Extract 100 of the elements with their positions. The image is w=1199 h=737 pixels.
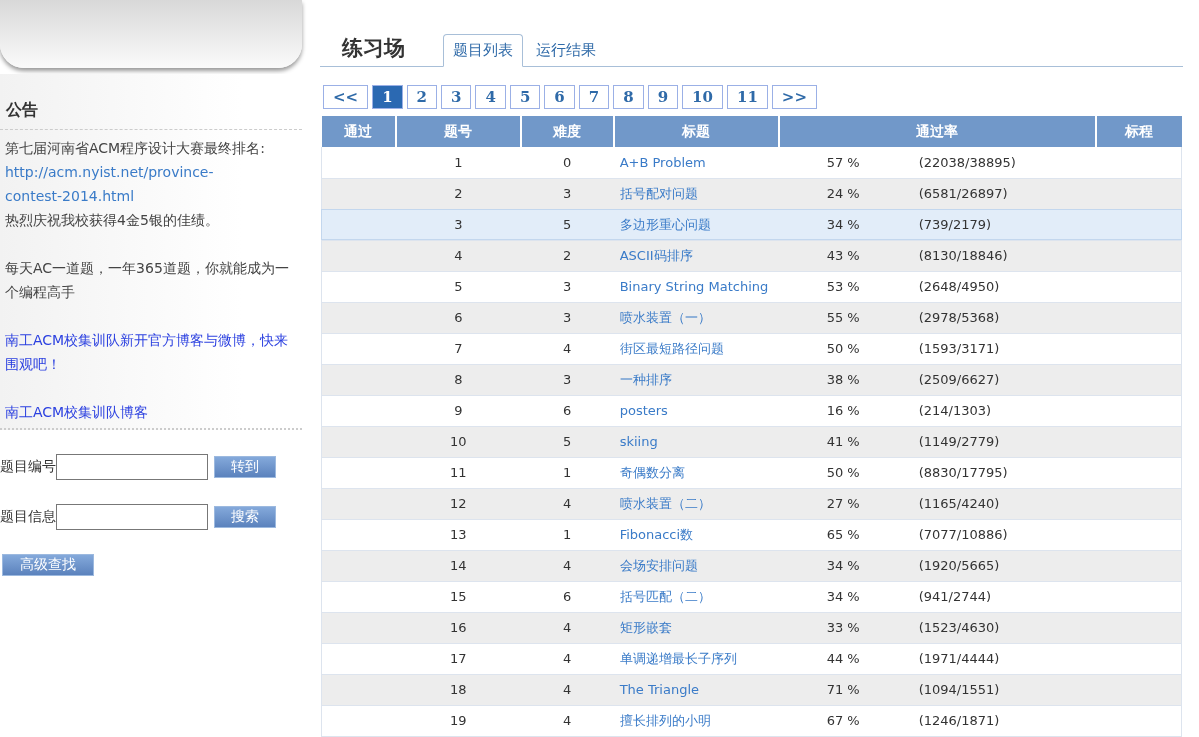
page-button[interactable]: 4 xyxy=(475,85,506,109)
pass-count: (2509/6627) xyxy=(918,372,1000,387)
table-row[interactable]: 12 4 喷水装置（二） 27 % (1165/4240) xyxy=(321,488,1182,519)
page-button[interactable]: 10 xyxy=(682,85,723,109)
problem-link[interactable]: 喷水装置（二） xyxy=(619,495,711,511)
table-row[interactable]: 15 6 括号匹配（二） 34 % (941/2744) xyxy=(321,581,1182,612)
problem-link[interactable]: 一种排序 xyxy=(619,371,672,387)
pass-count: (941/2744) xyxy=(918,589,992,604)
tab[interactable]: 运行结果 xyxy=(527,35,605,66)
table-row[interactable]: 18 4 The Triangle 71 % (1094/1551) xyxy=(321,674,1182,705)
problem-link[interactable]: 街区最短路径问题 xyxy=(619,340,724,356)
table-cell: 2 xyxy=(395,178,521,209)
problem-link[interactable]: Fibonacci数 xyxy=(619,526,694,542)
table-row[interactable]: 3 5 多边形重心问题 34 % (739/2179) xyxy=(321,209,1182,240)
table-cell: 7 xyxy=(395,333,521,364)
page-button[interactable]: >> xyxy=(771,85,817,109)
table-row[interactable]: 5 3 Binary String Matching 53 % (2648/4950) xyxy=(321,271,1182,302)
pass-rate: 50 % xyxy=(825,465,861,480)
table-row[interactable]: 6 3 喷水装置（一） 55 % (2978/5368) xyxy=(321,302,1182,333)
column-header: 通过 xyxy=(321,116,396,147)
page-button[interactable]: 3 xyxy=(441,85,472,109)
input-field[interactable] xyxy=(56,504,208,530)
problem-link[interactable]: 喷水装置（一） xyxy=(619,309,711,325)
page-button[interactable]: << xyxy=(323,85,369,109)
pass-count: (1246/1871) xyxy=(918,713,1000,728)
column-header: 标程 xyxy=(1095,116,1182,147)
table-row[interactable]: 17 4 单调递增最长子序列 44 % (1971/4444) xyxy=(321,643,1182,674)
problem-link[interactable]: 括号匹配（二） xyxy=(619,588,711,604)
table-row[interactable]: 10 5 skiing 41 % (1149/2779) xyxy=(321,426,1182,457)
notice-link[interactable]: 南工ACM校集训队博客 xyxy=(5,400,298,424)
input-field[interactable] xyxy=(56,454,208,480)
search-button[interactable]: 搜索 xyxy=(214,506,276,528)
page-button[interactable]: 7 xyxy=(578,85,610,109)
problem-link[interactable]: posters xyxy=(619,403,668,418)
table-row[interactable]: 16 4 矩形嵌套 33 % (1523/4630) xyxy=(321,612,1182,643)
pass-rate: 24 % xyxy=(825,186,861,201)
page-button[interactable]: 8 xyxy=(613,85,644,109)
table-cell: 13 xyxy=(395,519,521,550)
page-button[interactable]: 2 xyxy=(406,85,437,109)
pass-count: (1149/2779) xyxy=(918,434,1000,449)
table-cell: 6 xyxy=(520,395,614,426)
problem-link[interactable]: 奇偶数分离 xyxy=(619,464,685,480)
problem-link[interactable]: 多边形重心问题 xyxy=(619,216,711,232)
table-row[interactable]: 4 2 ASCII码排序 43 % (8130/18846) xyxy=(321,240,1182,271)
table-cell: 9 xyxy=(395,395,521,426)
table-row[interactable]: 19 4 擅长排列的小明 67 % (1246/1871) xyxy=(321,705,1182,736)
notice-title: 公告 xyxy=(0,100,302,130)
problem-link[interactable]: ASCII码排序 xyxy=(619,247,693,263)
pass-rate: 27 % xyxy=(825,496,861,511)
table-cell: 4 xyxy=(520,612,614,643)
pass-count: (2978/5368) xyxy=(918,310,1000,325)
tab[interactable]: 题目列表 xyxy=(443,34,523,67)
table-cell: 17 xyxy=(395,643,521,674)
pass-count: (1593/3171) xyxy=(918,341,1000,356)
problem-link[interactable]: 矩形嵌套 xyxy=(619,619,672,635)
page-button[interactable]: 1 xyxy=(372,85,403,109)
table-row[interactable]: 11 1 奇偶数分离 50 % (8830/17795) xyxy=(321,457,1182,488)
pass-count: (6581/26897) xyxy=(918,186,1008,201)
pass-rate: 41 % xyxy=(825,434,861,449)
pass-rate: 57 % xyxy=(825,154,861,170)
table-cell: 3 xyxy=(520,178,614,209)
page-button[interactable]: 9 xyxy=(647,85,679,109)
problem-link[interactable]: 单调递增最长子序列 xyxy=(619,650,737,666)
table-cell: 2 xyxy=(520,240,614,271)
pass-rate: 16 % xyxy=(825,403,861,418)
pass-rate: 65 % xyxy=(825,527,861,542)
notice-link[interactable]: 南工ACM校集训队新开官方博客与微博，快来围观吧！ xyxy=(5,328,298,376)
table-cell: 19 xyxy=(395,705,521,736)
field-label: 题目编号 xyxy=(0,458,56,476)
page-button[interactable]: 6 xyxy=(544,85,575,109)
page-button[interactable]: 11 xyxy=(726,85,768,109)
problem-link[interactable]: The Triangle xyxy=(619,682,700,697)
table-row[interactable]: 14 4 会场安排问题 34 % (1920/5665) xyxy=(321,550,1182,581)
table-row[interactable]: 13 1 Fibonacci数 65 % (7077/10886) xyxy=(321,519,1182,550)
table-cell: 10 xyxy=(395,426,521,457)
table-row[interactable]: 2 3 括号配对问题 24 % (6581/26897) xyxy=(321,178,1182,209)
problem-link[interactable]: skiing xyxy=(619,434,658,449)
pass-rate: 55 % xyxy=(825,310,861,325)
problem-link[interactable]: 括号配对问题 xyxy=(619,185,698,201)
table-cell: 4 xyxy=(520,333,614,364)
pass-count: (1165/4240) xyxy=(918,496,1000,511)
notice-link[interactable]: http://acm.nyist.net/province-contest-2014.html xyxy=(5,160,267,208)
problem-link[interactable]: Binary String Matching xyxy=(619,279,769,294)
advanced-search-button[interactable]: 高级查找 xyxy=(2,554,94,576)
table-cell: 4 xyxy=(520,674,614,705)
pass-count: (7077/10886) xyxy=(918,527,1008,542)
table-row[interactable]: 8 3 一种排序 38 % (2509/6627) xyxy=(321,364,1182,395)
problem-link[interactable]: A+B Problem xyxy=(619,154,706,170)
table-row[interactable]: 9 6 posters 16 % (214/1303) xyxy=(321,395,1182,426)
search-button[interactable]: 转到 xyxy=(214,456,276,478)
table-cell: 5 xyxy=(520,209,614,240)
problem-link[interactable]: 擅长排列的小明 xyxy=(619,712,711,728)
pass-rate: 53 % xyxy=(825,279,861,294)
problem-link[interactable]: 会场安排问题 xyxy=(619,557,698,573)
table-cell: 14 xyxy=(395,550,521,581)
pass-rate: 50 % xyxy=(825,341,861,356)
table-row[interactable]: 7 4 街区最短路径问题 50 % (1593/3171) xyxy=(321,333,1182,364)
pass-count: (8130/18846) xyxy=(918,248,1008,263)
page-button[interactable]: 5 xyxy=(509,85,541,109)
table-row[interactable]: 1 0 A+B Problem 57 % (22038/38895) xyxy=(321,147,1182,178)
